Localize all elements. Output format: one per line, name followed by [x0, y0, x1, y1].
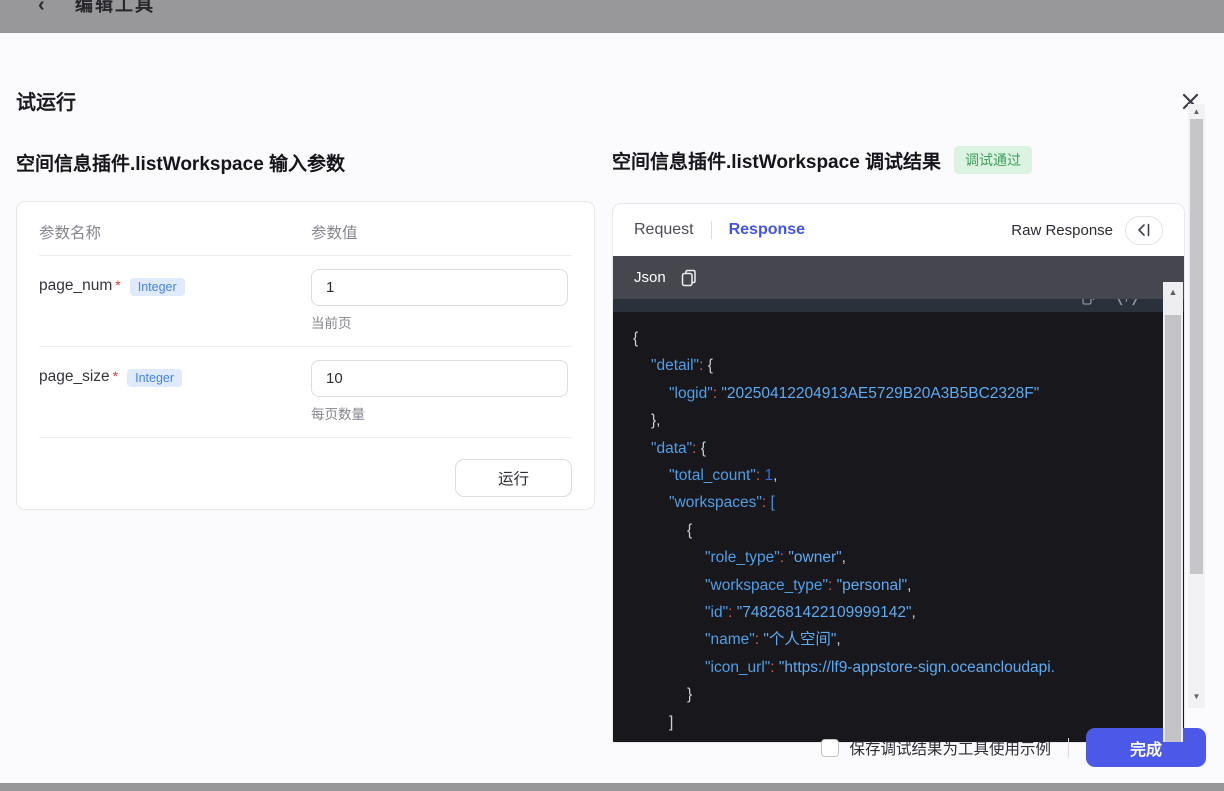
result-card: Request Response Raw Response Json {"de… [612, 203, 1185, 743]
copy-icon-fragment [1081, 299, 1094, 305]
modal-scrollbar-thumb[interactable] [1190, 119, 1203, 574]
dimmed-background-header: ‹ 编辑工具 [0, 0, 1224, 33]
scroll-down-arrow-icon[interactable]: ▼ [1188, 692, 1205, 701]
param-name: page_num [39, 277, 113, 294]
param-value-cell: 当前页 [311, 269, 572, 332]
raw-response-label: Raw Response [1011, 221, 1113, 239]
table-row: page_num * Integer 当前页 [39, 256, 572, 347]
modal-scrollbar[interactable]: ▲ ▼ [1188, 104, 1205, 708]
code-line: "detail": { [651, 357, 713, 375]
code-scrollbar[interactable]: ▲ [1163, 282, 1183, 742]
copy-icon [681, 269, 696, 286]
run-button[interactable]: 运行 [455, 459, 572, 497]
code-line: }, [651, 412, 661, 430]
param-table: 参数名称 参数值 page_num * Integer 当前页 page_siz… [16, 201, 595, 510]
code-line: "logid": "20250412204913AE5729B20A3B5BC2… [669, 384, 1040, 402]
code-line: "total_count": 1, [669, 467, 778, 485]
param-description: 当前页 [311, 316, 352, 331]
code-line: "workspaces": [ [669, 494, 775, 512]
scroll-up-arrow-icon[interactable]: ▲ [1188, 107, 1205, 116]
code-line: { [687, 521, 693, 539]
code-scrollbar-thumb[interactable] [1165, 315, 1181, 742]
param-name-header: 参数名称 [39, 225, 102, 242]
result-title-row: 空间信息插件.listWorkspace 调试结果 调试通过 [612, 146, 1033, 174]
tab-request[interactable]: Request [634, 221, 694, 239]
param-name-cell: page_num * Integer [39, 269, 311, 332]
json-format-label: Json [634, 269, 666, 286]
collapse-panel-icon [1137, 223, 1149, 237]
edit-tool-title: 编辑工具 [75, 0, 155, 15]
code-line: "id": "7482681422109999142", [705, 604, 916, 622]
json-format-label-fragment: Json [666, 299, 698, 301]
code-icon-fragment: ❬/❭ [1115, 299, 1140, 306]
done-button[interactable]: 完成 [1086, 728, 1206, 767]
copy-button[interactable] [681, 269, 697, 287]
footer-divider [1068, 737, 1069, 758]
json-toolbar: Json [613, 256, 1184, 299]
code-line: "data": { [651, 439, 706, 457]
page-num-input[interactable] [311, 269, 568, 306]
type-badge: Integer [127, 369, 183, 387]
try-run-page: ‹ 编辑工具 试运行 空间信息插件.listWorkspace 输入参数 参数名… [0, 0, 1224, 791]
result-panel-title: 空间信息插件.listWorkspace 调试结果 [612, 151, 942, 173]
code-line: "icon_url": "https://lf9-appstore-sign.o… [705, 658, 1055, 676]
page-size-input[interactable] [311, 360, 568, 397]
scroll-up-arrow-icon[interactable]: ▲ [1163, 287, 1183, 297]
save-example-label: 保存调试结果为工具使用示例 [849, 740, 1051, 758]
param-value-cell: 每页数量 [311, 360, 572, 423]
code-line: "name": "个人空间", [705, 631, 841, 649]
input-panel-title: 空间信息插件.listWorkspace 输入参数 [16, 154, 346, 175]
param-name-cell: page_size * Integer [39, 360, 311, 423]
code-line: { [633, 330, 639, 347]
modal-footer: 保存调试结果为工具使用示例 完成 [821, 728, 1206, 767]
json-code: { "detail": { "logid": "20250412204913AE57… [613, 312, 1184, 742]
result-tab-bar: Request Response Raw Response [613, 204, 1184, 256]
status-badge: 调试通过 [954, 146, 1033, 174]
param-table-header: 参数名称 参数值 [39, 202, 572, 256]
modal-title: 试运行 [16, 92, 76, 114]
param-value-header: 参数值 [311, 225, 358, 242]
param-name: page_size [39, 368, 110, 385]
background-bottom-strip [0, 783, 1224, 791]
code-line: } [687, 686, 693, 704]
required-asterisk: * [112, 368, 119, 384]
required-asterisk: * [115, 277, 121, 293]
raw-response-toggle-button[interactable] [1125, 215, 1163, 245]
tab-response[interactable]: Response [729, 221, 805, 239]
param-description: 每页数量 [311, 407, 365, 422]
save-example-checkbox[interactable] [821, 738, 840, 757]
code-line: "role_type": "owner", [705, 549, 846, 567]
tab-divider [710, 221, 712, 239]
toolbar-icons-fragment: ❬/❭ [1081, 299, 1140, 306]
scrolled-header-fragment: Json ❬/❭ [613, 299, 1184, 312]
try-run-modal: 试运行 空间信息插件.listWorkspace 输入参数 参数名称 参数值 p… [0, 33, 1224, 783]
back-chevron-icon[interactable]: ‹ [38, 0, 45, 17]
type-badge: Integer [129, 278, 185, 296]
param-card-footer: 运行 [39, 438, 572, 497]
code-line: "workspace_type": "personal", [705, 576, 912, 594]
table-row: page_size * Integer 每页数量 [39, 347, 572, 438]
